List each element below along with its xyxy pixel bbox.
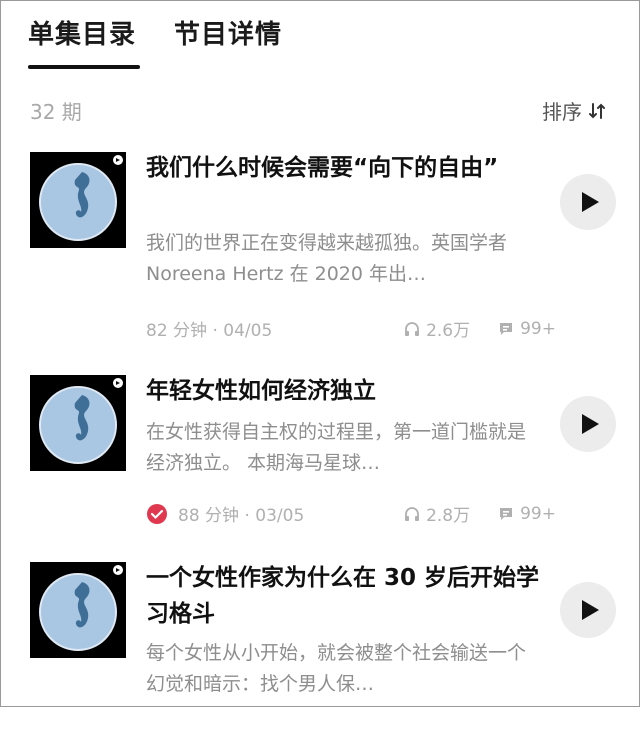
- played-check-icon: [147, 503, 167, 524]
- comment-count-value: 99+: [520, 503, 556, 524]
- tab-episodes[interactable]: 单集目录: [28, 14, 141, 69]
- episode-cover[interactable]: [30, 152, 126, 248]
- sort-arrows-icon: [589, 102, 605, 119]
- comment-count[interactable]: 99+: [498, 319, 556, 339]
- play-icon: [582, 414, 599, 434]
- episode-item[interactable]: 一个女性作家为什么在 30 岁后开始学习格斗 每个女性从小开始，就会被整个社会输…: [30, 562, 640, 752]
- episode-duration-date: 82 分钟 · 04/05: [146, 321, 273, 341]
- tab-bar: 单集目录 节目详情: [28, 14, 282, 69]
- episode-date: 03/05: [255, 506, 305, 526]
- episode-title[interactable]: 一个女性作家为什么在 30 岁后开始学习格斗: [146, 560, 546, 632]
- comment-icon: [500, 322, 513, 335]
- episode-title[interactable]: 年轻女性如何经济独立: [146, 373, 546, 409]
- episode-item[interactable]: 年轻女性如何经济独立 在女性获得自主权的过程里，第一道门槛就是经济独立。 本期海…: [30, 375, 640, 565]
- episode-meta: 88 分钟 · 03/05 2.8万 99+: [146, 501, 556, 526]
- tab-program-details[interactable]: 节目详情: [174, 14, 282, 69]
- play-count: 2.6万: [404, 316, 470, 341]
- episode-cover[interactable]: [30, 562, 126, 658]
- comment-icon: [500, 507, 513, 520]
- episode-title[interactable]: 我们什么时候会需要“向下的自由”: [146, 150, 546, 186]
- episode-description: 每个女性从小开始，就会被整个社会输送一个幻觉和暗示：找个男人保…: [146, 642, 527, 695]
- play-count: 2.8万: [404, 501, 470, 526]
- episode-cover[interactable]: [30, 375, 126, 471]
- episode-count: 32 期: [30, 100, 82, 124]
- seahorse-moon-icon: [39, 565, 123, 651]
- headphones-icon: [405, 506, 420, 521]
- seahorse-moon-icon: [39, 155, 123, 241]
- list-header: 32 期 排序: [30, 96, 606, 125]
- sort-label: 排序: [542, 100, 582, 124]
- headphones-icon: [405, 321, 420, 336]
- comment-count[interactable]: 99+: [498, 504, 556, 524]
- episode-meta: 82 分钟 · 04/05 2.6万 99+: [146, 316, 556, 342]
- episode-duration: 82 分钟: [146, 321, 208, 341]
- episode-item[interactable]: 我们什么时候会需要“向下的自由” 我们的世界正在变得越来越孤独。英国学者 Nor…: [30, 152, 640, 342]
- play-icon: [582, 600, 599, 620]
- seahorse-moon-icon: [39, 378, 123, 464]
- play-icon: [582, 192, 599, 212]
- sort-button[interactable]: 排序: [542, 96, 606, 125]
- play-count-value: 2.6万: [426, 321, 471, 341]
- play-button[interactable]: [560, 396, 616, 452]
- comment-count-value: 99+: [520, 318, 556, 339]
- episode-duration: 88 分钟: [178, 506, 240, 526]
- episode-description: 我们的世界正在变得越来越孤独。英国学者 Noreena Hertz 在 2020…: [146, 232, 508, 285]
- play-button[interactable]: [560, 582, 616, 638]
- play-count-value: 2.8万: [426, 506, 471, 526]
- episode-description: 在女性获得自主权的过程里，第一道门槛就是经济独立。 本期海马星球…: [146, 421, 527, 474]
- play-button[interactable]: [560, 174, 616, 230]
- episode-date: 04/05: [223, 321, 273, 341]
- episode-duration-date: 88 分钟 · 03/05: [178, 506, 305, 526]
